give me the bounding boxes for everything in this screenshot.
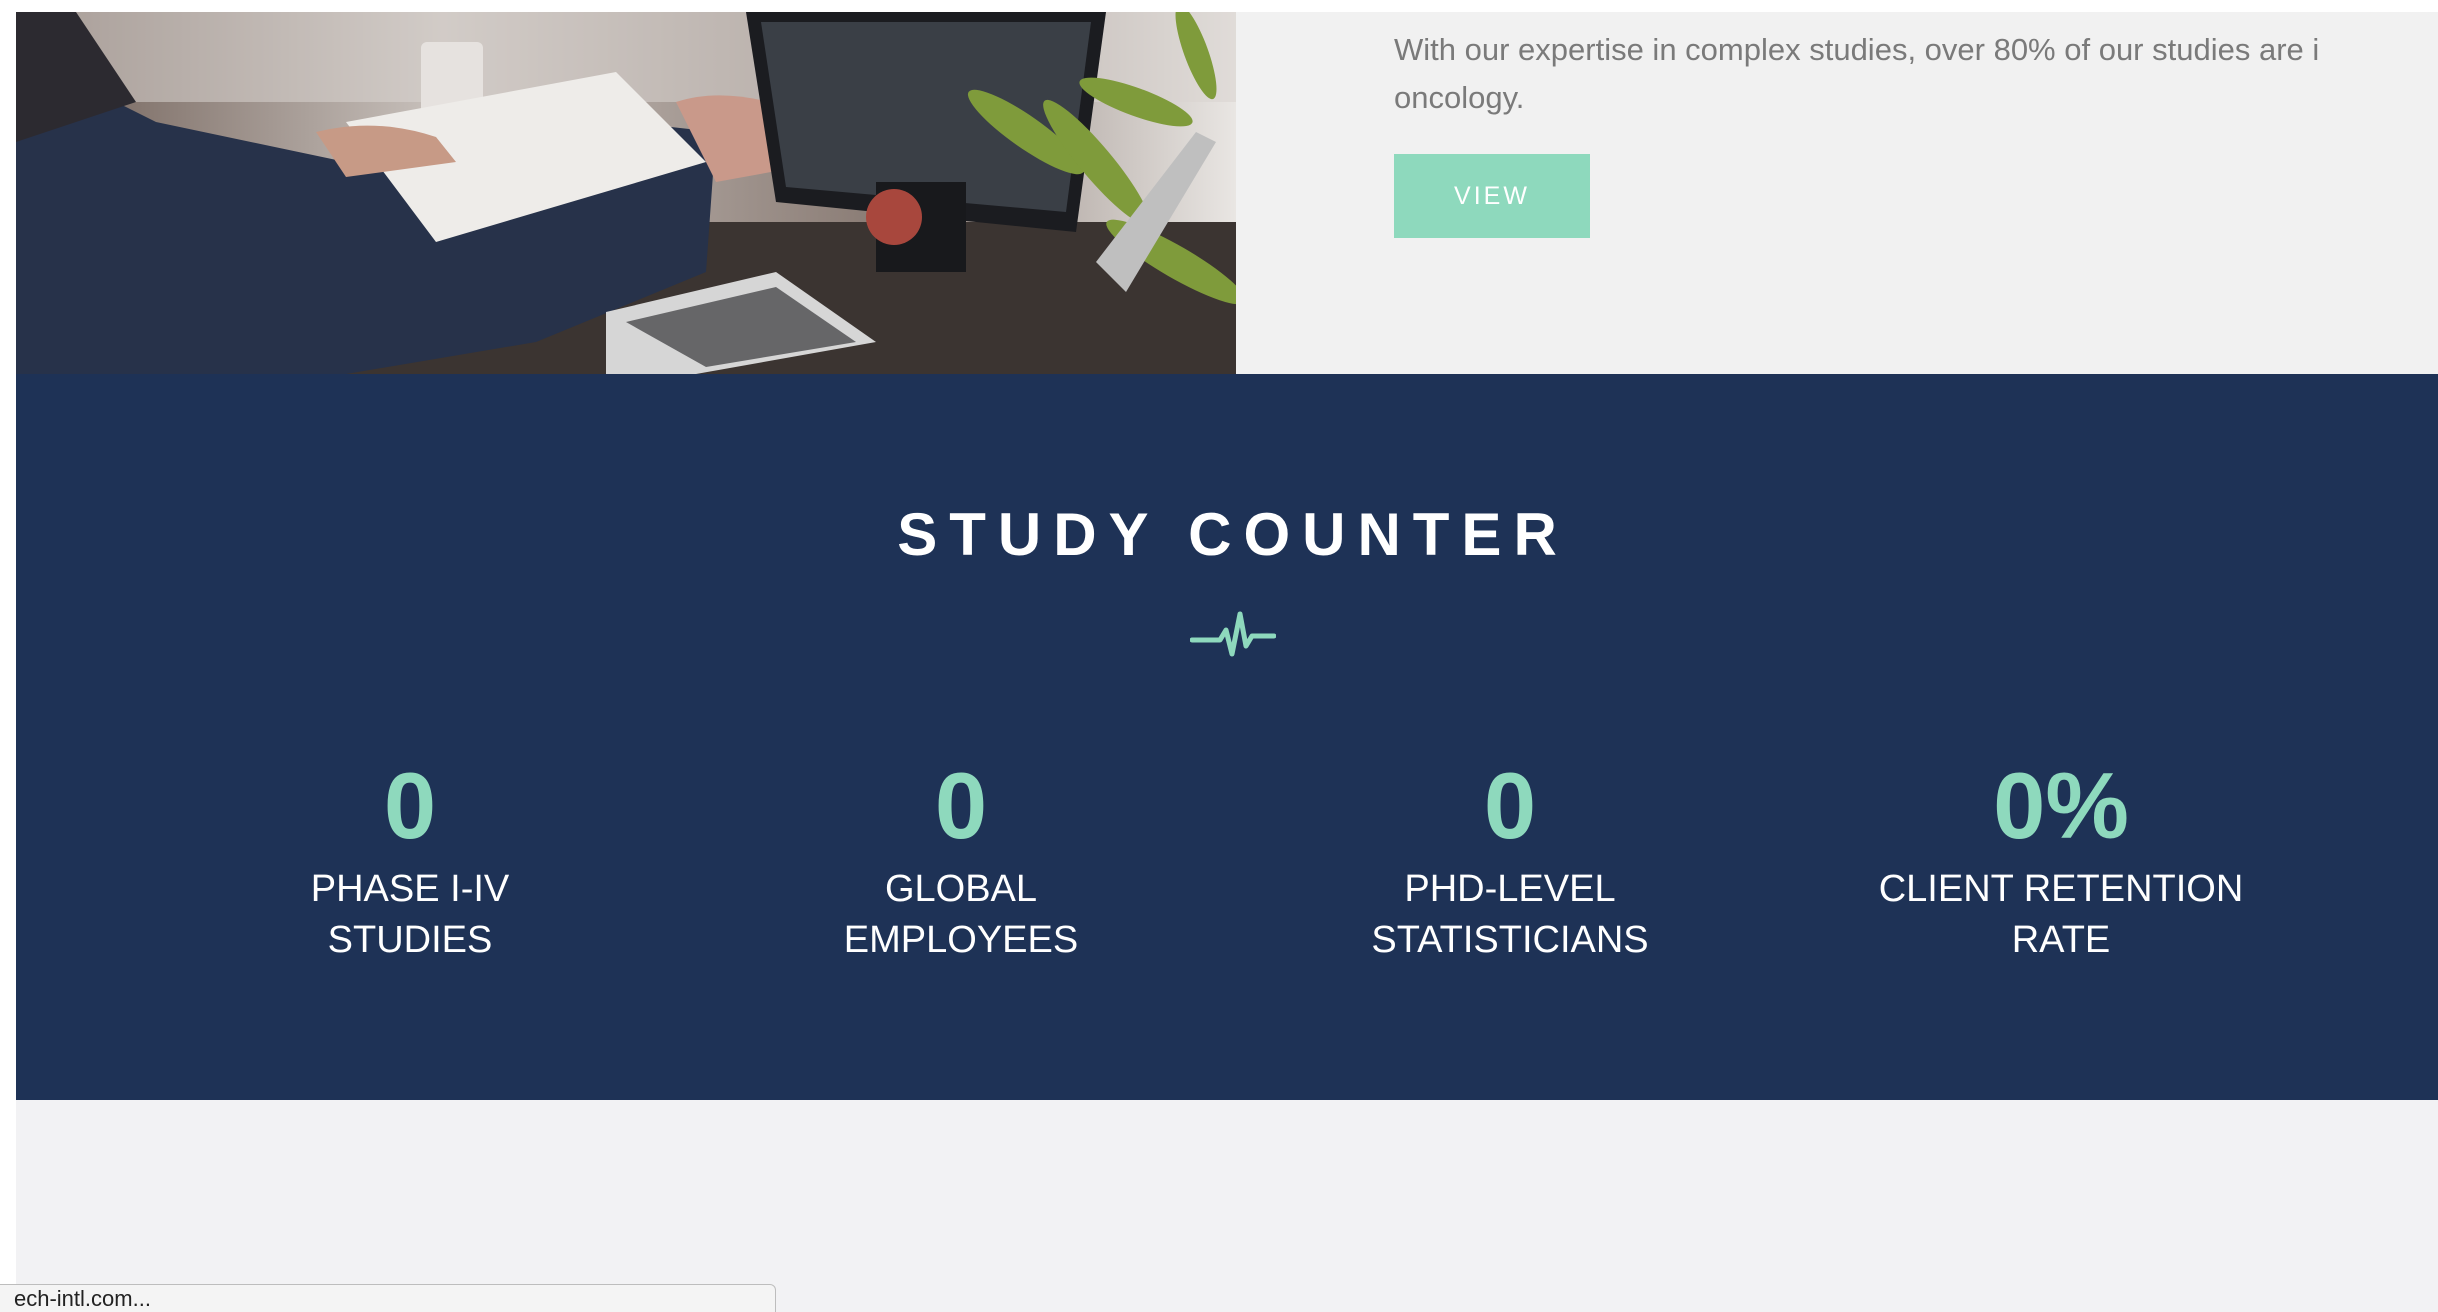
section-title: STUDY COUNTER xyxy=(897,501,1569,568)
stat-phase-studies: 0 PHASE I-IV STUDIES xyxy=(180,754,640,966)
stat-value: 0 xyxy=(934,753,988,858)
stat-value: 0 xyxy=(383,753,437,858)
stat-value: 0% xyxy=(1993,753,2129,858)
stat-label-line-2: STATISTICIANS xyxy=(1371,919,1649,961)
stat-value: 0 xyxy=(1483,753,1537,858)
intro-paragraph: With our expertise in complex studies, o… xyxy=(1394,26,2438,122)
photo-illustration xyxy=(16,12,1236,374)
lower-section xyxy=(16,1100,2438,1312)
intro-text-line-1: With our expertise in complex studies, o… xyxy=(1394,32,2320,67)
view-button[interactable]: VIEW xyxy=(1394,154,1590,238)
stat-label: PHD-LEVEL STATISTICIANS xyxy=(1280,864,1740,966)
stat-label: GLOBAL EMPLOYEES xyxy=(731,864,1191,966)
stat-label-line-2: RATE xyxy=(2011,919,2111,961)
stat-label-line-1: GLOBAL xyxy=(884,868,1038,910)
stat-label: PHASE I-IV STUDIES xyxy=(180,864,640,966)
stat-label-line-2: EMPLOYEES xyxy=(843,919,1079,961)
stat-label: CLIENT RETENTION RATE xyxy=(1831,864,2291,966)
page: With our expertise in complex studies, o… xyxy=(0,0,2438,1312)
stat-label-line-2: STUDIES xyxy=(327,919,493,961)
stat-client-retention: 0% CLIENT RETENTION RATE xyxy=(1831,754,2291,966)
heartbeat-pulse-icon xyxy=(1190,611,1276,657)
stat-global-employees: 0 GLOBAL EMPLOYEES xyxy=(731,754,1191,966)
stat-phd-statisticians: 0 PHD-LEVEL STATISTICIANS xyxy=(1280,754,1740,966)
stat-label-line-1: CLIENT RETENTION xyxy=(1878,868,2244,910)
browser-status-bar: ech-intl.com... xyxy=(0,1284,776,1312)
stat-label-line-1: PHD-LEVEL xyxy=(1404,868,1616,910)
intro-section: With our expertise in complex studies, o… xyxy=(16,12,2438,374)
study-counter-section: STUDY COUNTER 0 PHASE I-IV STUDIES 0 GLO… xyxy=(16,374,2438,1100)
stat-label-line-1: PHASE I-IV xyxy=(310,868,510,910)
office-desk-photo xyxy=(16,12,1236,374)
intro-text-line-2: oncology. xyxy=(1394,80,1525,115)
